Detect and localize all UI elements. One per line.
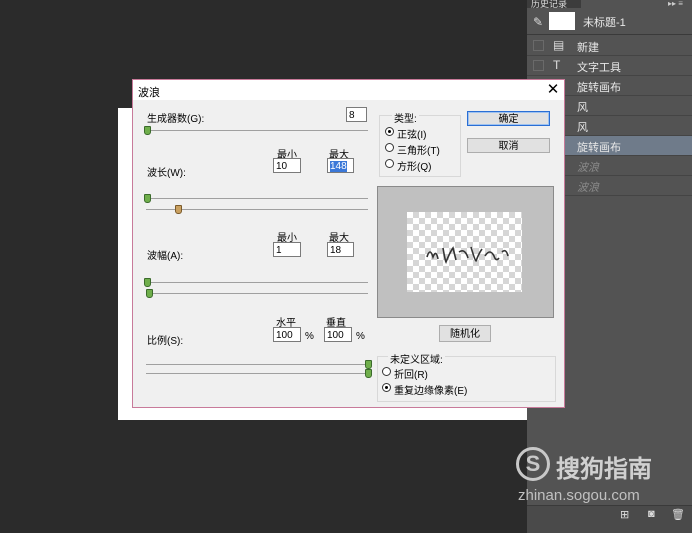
amplitude-min-input[interactable]: 1 (273, 242, 301, 257)
generators-slider-thumb[interactable] (144, 126, 151, 135)
wavelength-slider-track[interactable] (146, 198, 368, 199)
wavelength-min-thumb[interactable] (144, 194, 151, 203)
sine-radio[interactable] (385, 127, 394, 136)
close-icon[interactable]: ✕ (543, 80, 563, 100)
new-document-icon[interactable]: ⊞ (620, 508, 629, 521)
preview-image (407, 212, 522, 292)
scale-label: 比例(S): (147, 336, 184, 347)
scale-v-thumb[interactable] (365, 369, 372, 378)
amplitude-max-thumb[interactable] (146, 289, 153, 298)
history-checkbox[interactable] (533, 40, 544, 51)
panel-menu-icon[interactable]: ▸▸ ≡ (668, 0, 688, 8)
watermark-url: zhinan.sogou.com (518, 487, 640, 504)
history-item-label: 风 (577, 102, 588, 114)
repeat-edge-label: 重复边缘像素(E) (394, 386, 468, 397)
history-checkbox[interactable] (533, 60, 544, 71)
history-snapshot[interactable]: ✎ 未标题-1 (527, 8, 692, 35)
type-icon: T (553, 58, 561, 72)
sogou-logo-icon: S (516, 447, 550, 481)
wavelength-min-input[interactable]: 10 (273, 158, 301, 173)
generators-input[interactable]: 8 (346, 107, 367, 122)
document-icon: ▤ (553, 38, 565, 52)
wrap-around-label: 折回(R) (394, 370, 428, 381)
dialog-titlebar[interactable] (133, 80, 564, 100)
history-item-label: 波浪 (577, 182, 599, 194)
wavelength-max-value: 148 (330, 161, 347, 172)
scale-vertical-input[interactable]: 100 (324, 327, 352, 342)
amplitude-max-slider-track[interactable] (146, 293, 368, 294)
brush-icon: ✎ (533, 15, 544, 29)
randomize-button[interactable]: 随机化 (439, 325, 491, 342)
scale-v-slider-track[interactable] (146, 373, 368, 374)
percent-label: % (305, 331, 314, 342)
history-item-label: 新建 (577, 42, 599, 54)
amplitude-label: 波幅(A): (147, 251, 184, 262)
snapshot-label: 未标题-1 (583, 17, 626, 29)
history-item-type-tool[interactable]: T 文字工具 (527, 56, 692, 76)
square-label: 方形(Q) (397, 162, 432, 173)
scale-horizontal-input[interactable]: 100 (273, 327, 301, 342)
scale-h-slider-track[interactable] (146, 364, 368, 365)
generators-slider-track[interactable] (146, 130, 368, 131)
sine-label: 正弦(I) (397, 130, 427, 141)
scale-h-thumb[interactable] (365, 360, 372, 369)
watermark-name: 搜狗指南 (556, 456, 652, 483)
snapshot-thumbnail (549, 12, 575, 30)
trash-icon[interactable]: 🗑 (671, 508, 685, 521)
type-label: 类型: (392, 110, 419, 125)
percent-label-2: % (356, 331, 365, 342)
history-tab[interactable]: 历史记录 (527, 0, 581, 8)
cancel-button[interactable]: 取消 (467, 138, 550, 153)
triangle-radio[interactable] (385, 143, 394, 152)
dialog-title: 波浪 (138, 87, 160, 99)
wavelength-max-thumb[interactable] (175, 205, 182, 214)
history-item-label: 旋转画布 (577, 142, 621, 154)
amplitude-max-input[interactable]: 18 (327, 242, 354, 257)
square-radio[interactable] (385, 159, 394, 168)
camera-icon[interactable]: ◙ (648, 508, 655, 520)
generators-label: 生成器数(G): (147, 114, 205, 125)
history-item-label: 波浪 (577, 162, 599, 174)
undefined-area-label: 未定义区域: (388, 351, 445, 366)
history-item-label: 文字工具 (577, 62, 621, 74)
repeat-edge-radio[interactable] (382, 383, 391, 392)
ok-button[interactable]: 确定 (467, 111, 550, 126)
history-item-new[interactable]: ▤ 新建 (527, 36, 692, 56)
amplitude-slider-track[interactable] (146, 282, 368, 283)
amplitude-min-thumb[interactable] (144, 278, 151, 287)
history-footer (527, 505, 692, 533)
history-item-label: 风 (577, 122, 588, 134)
triangle-label: 三角形(T) (397, 146, 440, 157)
wrap-around-radio[interactable] (382, 367, 391, 376)
preview-wave-text (426, 246, 509, 264)
wavelength-label: 波长(W): (147, 168, 186, 179)
history-item-label: 旋转画布 (577, 82, 621, 94)
wavelength-max-input[interactable]: 148 (327, 158, 354, 173)
